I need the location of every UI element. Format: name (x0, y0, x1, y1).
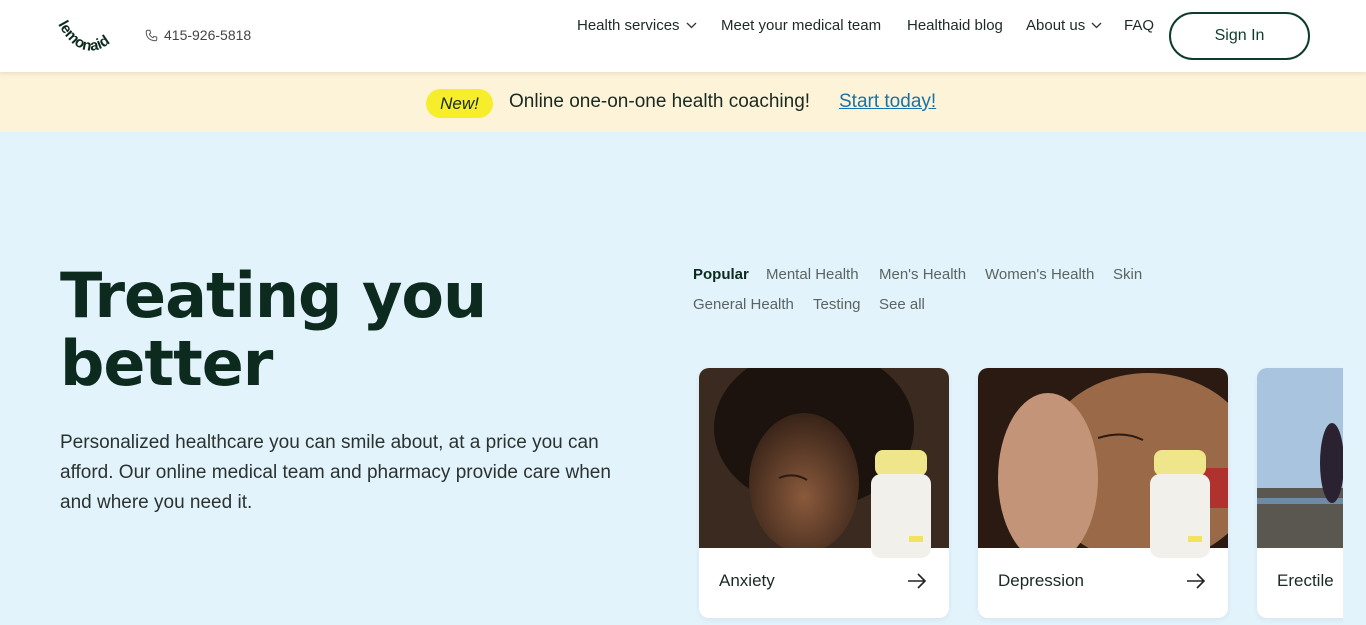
pill-bottle-image (871, 450, 931, 558)
start-today-link[interactable]: Start today! (839, 91, 936, 113)
tab-mental-health[interactable]: Mental Health (766, 266, 859, 283)
tab-skin[interactable]: Skin (1113, 266, 1142, 283)
chevron-down-icon (686, 22, 697, 28)
nav-health-services[interactable]: Health services (577, 17, 697, 34)
new-badge: New! (426, 89, 493, 118)
treatment-carousel: Anxiety Depression Erectile (693, 362, 1343, 625)
nav-label: Meet your medical team (721, 16, 882, 34)
arrow-right-icon (1187, 573, 1206, 589)
tab-testing[interactable]: Testing (813, 296, 861, 313)
lemonaid-logo[interactable]: lemonaid (52, 14, 132, 58)
phone-icon (145, 29, 158, 41)
svg-text:lemonaid: lemonaid (55, 18, 113, 55)
card-depression[interactable]: Depression (978, 368, 1228, 618)
nav-label: Healthaid blog (907, 16, 1003, 34)
arrow-right-icon (908, 573, 927, 589)
card-erectile[interactable]: Erectile (1257, 368, 1343, 618)
tab-see-all[interactable]: See all (879, 296, 925, 313)
nav-medical-team[interactable]: Meet your medical team (721, 17, 881, 34)
card-label: Depression (998, 571, 1084, 590)
site-header: lemonaid 415-926-5818 Health services Me… (0, 0, 1366, 72)
tab-popular[interactable]: Popular (693, 266, 749, 283)
nav-label: Health services (577, 16, 680, 34)
hero-title-line2: better (60, 327, 273, 400)
tab-womens-health[interactable]: Women's Health (985, 266, 1094, 283)
nav-about-us[interactable]: About us (1026, 17, 1102, 34)
card-image-erectile (1257, 368, 1343, 548)
hero-title-line1: Treating you (60, 259, 487, 332)
phone-link[interactable]: 415-926-5818 (145, 27, 251, 43)
tab-general-health[interactable]: General Health (693, 296, 794, 313)
pill-bottle-image (1150, 450, 1210, 558)
card-label: Anxiety (719, 571, 775, 590)
nav-label: FAQ (1124, 16, 1155, 34)
sign-in-button[interactable]: Sign In (1169, 12, 1310, 60)
hero-subtitle: Personalized healthcare you can smile ab… (60, 432, 611, 513)
banner-text: Online one-on-one health coaching! (509, 91, 811, 112)
card-label: Erectile (1277, 571, 1334, 590)
hero-title: Treating you better (60, 262, 620, 398)
card-anxiety[interactable]: Anxiety (699, 368, 949, 618)
phone-number: 415-926-5818 (164, 27, 252, 43)
chevron-down-icon (1091, 22, 1102, 28)
nav-blog[interactable]: Healthaid blog (907, 17, 1003, 34)
tab-mens-health[interactable]: Men's Health (879, 266, 966, 283)
nav-label: About us (1026, 16, 1086, 34)
logo-text: lemonaid (55, 18, 113, 55)
nav-faq[interactable]: FAQ (1124, 17, 1154, 34)
